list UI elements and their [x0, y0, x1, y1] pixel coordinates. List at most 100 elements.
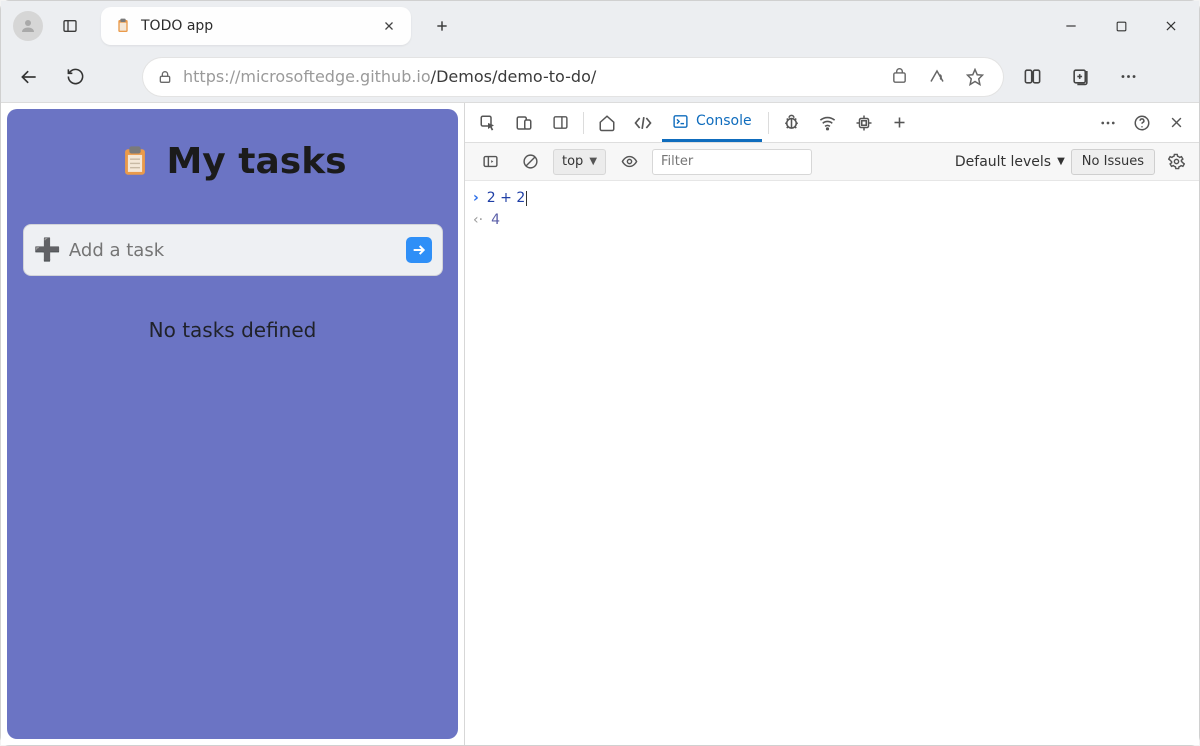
shopping-icon[interactable]	[885, 63, 913, 91]
caret-down-icon: ▼	[1057, 156, 1065, 167]
more-horizontal-icon	[1119, 67, 1138, 86]
gear-icon	[1168, 153, 1185, 170]
tab-elements[interactable]	[626, 106, 660, 140]
close-icon	[1169, 115, 1184, 130]
dock-icon	[552, 114, 569, 131]
dock-side-button[interactable]	[543, 106, 577, 140]
favorite-icon[interactable]	[961, 63, 989, 91]
app-heading-text: My tasks	[166, 141, 346, 182]
device-icon	[515, 114, 533, 132]
arrow-right-icon	[411, 242, 427, 258]
execution-context-selector[interactable]: top ▼	[553, 149, 606, 175]
home-icon	[598, 114, 616, 132]
tab-network[interactable]	[811, 106, 845, 140]
more-horizontal-icon	[1099, 114, 1117, 132]
clipboard-icon	[118, 145, 152, 179]
page-viewport: My tasks ➕ No tasks defined	[1, 103, 464, 745]
window-close-button[interactable]	[1149, 11, 1193, 41]
return-icon: ‹·	[473, 209, 483, 231]
devtools-close-button[interactable]	[1159, 106, 1193, 140]
split-screen-icon	[1023, 67, 1042, 86]
wifi-icon	[818, 113, 837, 132]
tab-actions-icon	[62, 18, 78, 34]
submit-task-button[interactable]	[406, 237, 432, 263]
minimize-icon	[1064, 19, 1078, 33]
window-minimize-button[interactable]	[1049, 11, 1093, 41]
clear-icon	[522, 153, 539, 170]
clear-console-button[interactable]	[513, 145, 547, 179]
code-icon	[633, 113, 653, 133]
tab-console[interactable]: Console	[662, 104, 762, 142]
lock-icon	[157, 69, 173, 85]
address-bar: https://microsoftedge.github.io/Demos/de…	[1, 51, 1199, 103]
todo-app: My tasks ➕ No tasks defined	[7, 109, 458, 739]
app-heading: My tasks	[118, 141, 346, 182]
close-icon	[383, 20, 395, 32]
tab-title: TODO app	[141, 18, 371, 34]
no-tasks-label: No tasks defined	[149, 318, 317, 342]
console-output-line: ‹· 4	[473, 209, 1191, 231]
caret-down-icon: ▼	[589, 156, 597, 167]
profile-avatar[interactable]	[13, 11, 43, 41]
omnibox[interactable]: https://microsoftedge.github.io/Demos/de…	[143, 58, 1003, 96]
split-screen-button[interactable]	[1013, 58, 1051, 96]
sidebar-icon	[482, 153, 499, 170]
add-task-input[interactable]	[69, 240, 398, 261]
devtools-tabbar: Console	[465, 103, 1199, 143]
person-icon	[19, 17, 37, 35]
nav-back-button[interactable]	[11, 59, 47, 95]
live-expression-button[interactable]	[612, 145, 646, 179]
more-button[interactable]	[1109, 58, 1147, 96]
browser-tab[interactable]: TODO app	[101, 7, 411, 45]
plus-icon: ➕	[34, 238, 61, 263]
nav-refresh-button[interactable]	[57, 59, 93, 95]
eye-icon	[621, 153, 638, 170]
collections-button[interactable]	[1061, 58, 1099, 96]
tab-more-tools[interactable]	[883, 106, 917, 140]
plus-icon	[435, 19, 449, 33]
inspect-icon	[479, 114, 497, 132]
tab-close-button[interactable]	[381, 18, 397, 34]
plus-icon	[892, 115, 907, 130]
toggle-sidebar-button[interactable]	[473, 145, 507, 179]
bug-icon	[782, 113, 801, 132]
url-text: https://microsoftedge.github.io/Demos/de…	[183, 67, 875, 86]
inspect-element-button[interactable]	[471, 106, 505, 140]
devtools-panel: Console	[464, 103, 1199, 745]
console-body[interactable]: › 2 + 2 ‹· 4	[465, 181, 1199, 745]
window-maximize-button[interactable]	[1099, 11, 1143, 41]
console-input-expr: 2 + 2	[487, 187, 527, 209]
help-icon	[1133, 114, 1151, 132]
arrow-left-icon	[19, 67, 39, 87]
console-output-value: 4	[491, 209, 500, 231]
new-tab-button[interactable]	[427, 11, 457, 41]
tab-console-label: Console	[696, 113, 752, 129]
device-toggle-button[interactable]	[507, 106, 541, 140]
chip-icon	[855, 114, 873, 132]
tab-performance[interactable]	[847, 106, 881, 140]
issues-label: No Issues	[1082, 154, 1144, 169]
refresh-icon	[66, 67, 85, 86]
tab-sources[interactable]	[775, 106, 809, 140]
devtools-more-button[interactable]	[1091, 106, 1125, 140]
prompt-icon: ›	[473, 187, 479, 209]
tabstrip: TODO app	[1, 1, 1199, 51]
collections-icon	[1071, 67, 1090, 86]
issues-button[interactable]: No Issues	[1071, 149, 1155, 175]
devtools-help-button[interactable]	[1125, 106, 1159, 140]
log-levels-selector[interactable]: Default levels ▼	[955, 154, 1065, 170]
console-toolbar: top ▼ Default levels ▼ No Issues	[465, 143, 1199, 181]
read-aloud-icon[interactable]	[923, 63, 951, 91]
console-input-line: › 2 + 2	[473, 187, 1191, 209]
console-icon	[672, 113, 689, 130]
maximize-icon	[1115, 20, 1128, 33]
tab-welcome[interactable]	[590, 106, 624, 140]
console-settings-button[interactable]	[1161, 147, 1191, 177]
levels-label: Default levels	[955, 154, 1051, 170]
close-icon	[1164, 19, 1178, 33]
tab-actions-button[interactable]	[55, 11, 85, 41]
console-filter-input[interactable]	[652, 149, 812, 175]
context-label: top	[562, 154, 583, 169]
add-task-row: ➕	[23, 224, 443, 276]
clipboard-icon	[115, 18, 131, 34]
